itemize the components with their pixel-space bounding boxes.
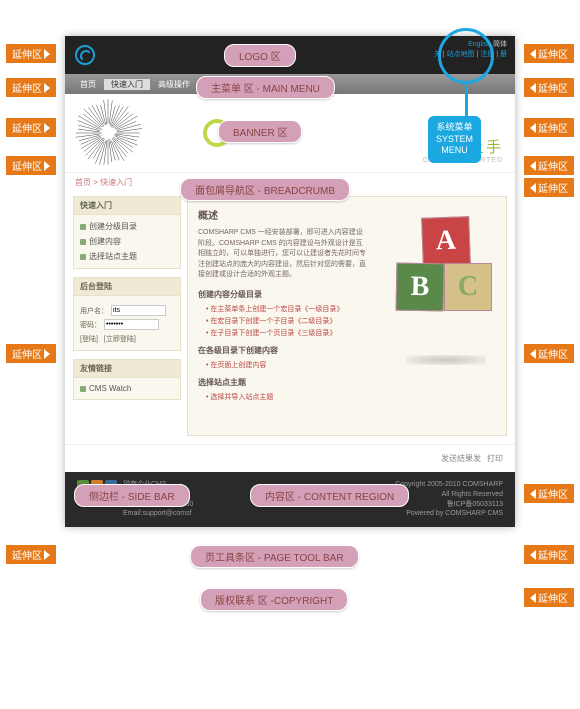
pwd-label: 密码： [80,320,101,330]
extension-label: 延伸区 [6,118,56,137]
content-paragraph: COMSHARP CMS 一经安装部署，即可进入内容建设阶段。COMSHARP … [198,228,368,281]
sidebar-item[interactable]: 选择站点主题 [80,249,174,264]
arrow-right-icon [44,161,50,171]
label-breadcrumb: 面包屑导航区 - BREADCRUMB [180,178,350,201]
bullet-icon [80,254,86,260]
arrow-right-icon [44,550,50,560]
menu-item[interactable]: 高级操作 [151,79,198,90]
label-copyright: 版权联系 区 -COPYRIGHT [200,588,348,611]
extension-label: 延伸区 [6,78,56,97]
arrow-left-icon [530,183,536,193]
block-c-icon: C [444,263,492,311]
burst-graphic [73,98,143,168]
arrow-left-icon [530,49,536,59]
arrow-left-icon [530,161,536,171]
username-input[interactable] [111,305,166,316]
password-input[interactable] [104,319,159,330]
footer-copyright: Copyright 2005-2010 COMSHARP All Rights … [395,480,503,519]
label-mainmenu: 主菜单 区 - MAIN MENU [196,76,335,99]
extension-label: 延伸区 [6,545,56,564]
page-mock: English 简体 关 | 站点地图 | 注册 | 册 首页 快速入门 高级操… [65,36,515,527]
menu-item[interactable]: 快速入门 [104,79,151,90]
label-sidebar: 侧边栏 - SIDE BAR [74,484,190,507]
login-button[interactable]: [登陆] [80,334,98,344]
extension-label: 延伸区 [524,118,574,137]
extension-label: 延伸区 [524,78,574,97]
content-link[interactable]: 选择并导入站点主题 [206,391,496,403]
body-area: 快速入门 创建分级目录创建内容选择站点主题 后台登陆 用户名： 密码： [登陆]… [65,192,515,444]
abc-blocks-image: A B C [396,217,496,357]
bullet-icon [80,386,86,392]
label-logo: LOGO 区 [224,44,296,67]
extension-label: 延伸区 [524,344,574,363]
label-banner: BANNER 区 [218,120,302,143]
block-a-icon: A [421,216,471,266]
extension-label: 延伸区 [524,178,574,197]
sidebar-title: 快速入门 [74,197,180,215]
link-item[interactable]: CMS Watch [80,382,174,395]
extension-label: 延伸区 [524,588,574,607]
sidebar: 快速入门 创建分级目录创建内容选择站点主题 后台登陆 用户名： 密码： [登陆]… [73,196,181,436]
content-region: 概述 COMSHARP CMS 一经安装部署，即可进入内容建设阶段。COMSHA… [187,196,507,436]
register-button[interactable]: [立即登陆] [104,334,136,344]
extension-label: 延伸区 [6,344,56,363]
extension-label: 延伸区 [524,545,574,564]
bullet-icon [80,239,86,245]
page-toolbar: 发送结果发 打印 [65,444,515,472]
extension-label: 延伸区 [524,44,574,63]
arrow-left-icon [530,489,536,499]
extension-label: 延伸区 [6,44,56,63]
content-subheading: 选择站点主题 [198,377,496,388]
bullet-icon [80,224,86,230]
arrow-right-icon [44,83,50,93]
extension-label: 延伸区 [6,156,56,175]
extension-label: 延伸区 [524,484,574,503]
sidebar-title: 友情链接 [74,360,180,378]
send-button[interactable]: 发送结果发 [441,453,481,464]
label-content: 内容区 - CONTENT REGION [250,484,409,507]
arrow-left-icon [530,83,536,93]
extension-label: 延伸区 [524,156,574,175]
menu-item[interactable]: 首页 [73,79,104,90]
logo-icon [75,45,95,65]
sidebar-links: 友情链接 CMS Watch [73,359,181,400]
block-b-icon: B [396,263,445,312]
sidebar-item[interactable]: 创建分级目录 [80,219,174,234]
arrow-left-icon [530,349,536,359]
arrow-right-icon [44,49,50,59]
user-label: 用户名： [80,306,108,316]
arrow-right-icon [44,123,50,133]
label-toolbar: 页工具条区 - PAGE TOOL BAR [190,545,359,568]
arrow-left-icon [530,123,536,133]
sidebar-item[interactable]: 创建内容 [80,234,174,249]
sidebar-login: 后台登陆 用户名： 密码： [登陆] [立即登陆] [73,277,181,351]
print-button[interactable]: 打印 [487,453,503,464]
arrow-left-icon [530,593,536,603]
sidebar-title: 后台登陆 [74,278,180,296]
arrow-left-icon [530,550,536,560]
sidebar-nav: 快速入门 创建分级目录创建内容选择站点主题 [73,196,181,269]
arrow-right-icon [44,349,50,359]
